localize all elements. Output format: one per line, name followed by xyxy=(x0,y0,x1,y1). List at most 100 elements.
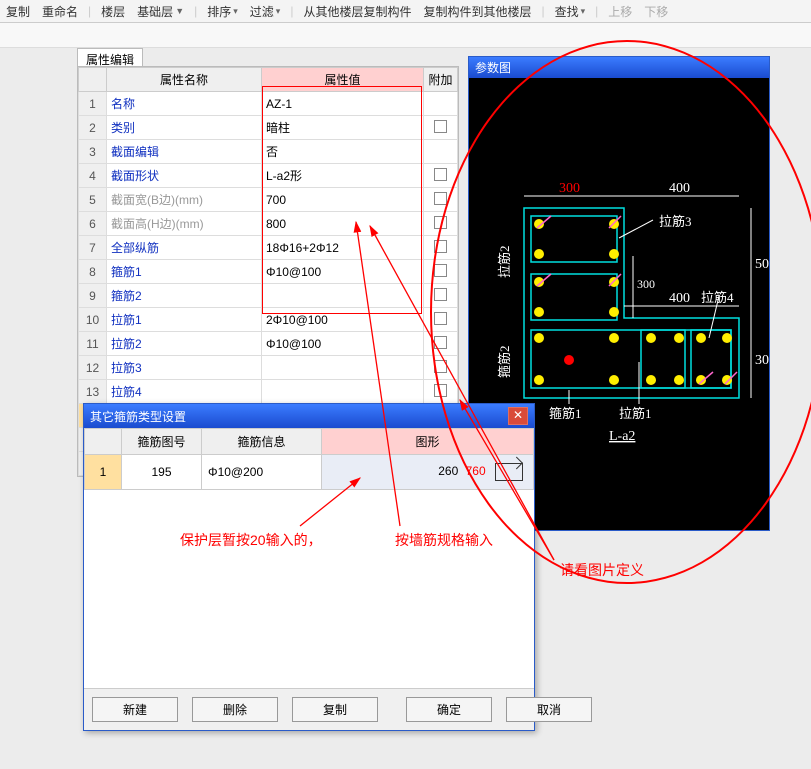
stirrup-row[interactable]: 1 195 Φ10@200 260 760 xyxy=(85,455,534,490)
property-row[interactable]: 2类别暗柱 xyxy=(79,116,458,140)
new-button[interactable]: 新建 xyxy=(92,697,178,722)
property-row[interactable]: 7全部纵筋18Φ16+2Φ12 xyxy=(79,236,458,260)
prop-extra[interactable] xyxy=(424,140,458,164)
prop-extra[interactable] xyxy=(424,164,458,188)
prop-extra[interactable] xyxy=(424,260,458,284)
prop-extra[interactable] xyxy=(424,92,458,116)
tb-copy-from-other[interactable]: 从其他楼层复制构件 xyxy=(301,3,413,20)
shape-dim1: 260 xyxy=(438,464,458,478)
checkbox-icon[interactable] xyxy=(434,168,447,181)
property-row[interactable]: 12拉筋3 xyxy=(79,356,458,380)
cell-info[interactable]: Φ10@200 xyxy=(202,455,322,490)
row-number: 7 xyxy=(79,236,107,260)
prop-value[interactable]: Φ10@100 xyxy=(262,332,424,356)
prop-value[interactable]: L-a2形 xyxy=(262,164,424,188)
prop-extra[interactable] xyxy=(424,188,458,212)
property-row[interactable]: 6截面高(H边)(mm)800 xyxy=(79,212,458,236)
prop-value[interactable]: 700 xyxy=(262,188,424,212)
property-row[interactable]: 13拉筋4 xyxy=(79,380,458,404)
prop-value[interactable] xyxy=(262,380,424,404)
row-number: 1 xyxy=(85,455,122,490)
property-row[interactable]: 1名称AZ-1 xyxy=(79,92,458,116)
checkbox-icon[interactable] xyxy=(434,120,447,133)
svg-text:500: 500 xyxy=(755,257,769,272)
tb-basefloor-select[interactable]: 基础层 ▼ xyxy=(135,3,186,20)
prop-value[interactable]: 暗柱 xyxy=(262,116,424,140)
property-row[interactable]: 11拉筋2Φ10@100 xyxy=(79,332,458,356)
dialog-button-bar: 新建 删除 复制 确定 取消 xyxy=(84,688,534,730)
chevron-down-icon: ▾ xyxy=(276,6,281,17)
param-panel-title: 参数图 xyxy=(469,57,769,78)
checkbox-icon[interactable] xyxy=(434,192,447,205)
row-number: 10 xyxy=(79,308,107,332)
stirrup-grid[interactable]: 箍筋图号 箍筋信息 图形 1 195 Φ10@200 260 760 xyxy=(84,428,534,490)
cell-code[interactable]: 195 xyxy=(122,455,202,490)
chevron-down-icon: ▾ xyxy=(581,6,586,17)
ok-button[interactable]: 确定 xyxy=(406,697,492,722)
checkbox-icon[interactable] xyxy=(434,288,447,301)
prop-extra[interactable] xyxy=(424,380,458,404)
property-row[interactable]: 8箍筋1Φ10@100 xyxy=(79,260,458,284)
prop-name: 箍筋1 xyxy=(107,260,262,284)
property-row[interactable]: 5截面宽(B边)(mm)700 xyxy=(79,188,458,212)
checkbox-icon[interactable] xyxy=(434,216,447,229)
close-icon[interactable]: ✕ xyxy=(508,407,528,425)
chevron-down-icon: ▾ xyxy=(233,6,238,17)
tb-move-down: 下移 xyxy=(642,3,670,20)
checkbox-icon[interactable] xyxy=(434,336,447,349)
svg-text:箍筋1: 箍筋1 xyxy=(549,406,582,421)
chevron-down-icon: ▼ xyxy=(175,6,184,16)
row-number: 4 xyxy=(79,164,107,188)
prop-extra[interactable] xyxy=(424,356,458,380)
prop-extra[interactable] xyxy=(424,332,458,356)
row-number: 11 xyxy=(79,332,107,356)
delete-button[interactable]: 删除 xyxy=(192,697,278,722)
property-row[interactable]: 3截面编辑否 xyxy=(79,140,458,164)
prop-name: 箍筋2 xyxy=(107,284,262,308)
prop-name: 截面形状 xyxy=(107,164,262,188)
prop-name: 名称 xyxy=(107,92,262,116)
prop-value[interactable] xyxy=(262,356,424,380)
secondary-toolbar xyxy=(0,23,811,48)
tb-rename[interactable]: 重命名 xyxy=(40,3,80,20)
checkbox-icon[interactable] xyxy=(434,240,447,253)
prop-extra[interactable] xyxy=(424,308,458,332)
prop-name: 截面高(H边)(mm) xyxy=(107,212,262,236)
property-row[interactable]: 9箍筋2 xyxy=(79,284,458,308)
svg-text:400: 400 xyxy=(669,181,690,196)
prop-value[interactable] xyxy=(262,284,424,308)
tb-find[interactable]: 查找 ▾ xyxy=(553,3,588,20)
prop-value[interactable]: 800 xyxy=(262,212,424,236)
cancel-button[interactable]: 取消 xyxy=(506,697,592,722)
col-name: 属性名称 xyxy=(107,68,262,92)
prop-value[interactable]: 否 xyxy=(262,140,424,164)
prop-extra[interactable] xyxy=(424,284,458,308)
svg-text:300: 300 xyxy=(637,277,655,291)
prop-value[interactable]: AZ-1 xyxy=(262,92,424,116)
checkbox-icon[interactable] xyxy=(434,360,447,373)
prop-value[interactable]: 18Φ16+2Φ12 xyxy=(262,236,424,260)
prop-extra[interactable] xyxy=(424,236,458,260)
cell-shape[interactable]: 260 760 xyxy=(322,455,534,490)
svg-text:箍筋2: 箍筋2 xyxy=(497,345,512,378)
dialog-title: 其它箍筋类型设置 xyxy=(90,408,186,425)
checkbox-icon[interactable] xyxy=(434,384,447,397)
checkbox-icon[interactable] xyxy=(434,312,447,325)
prop-value[interactable]: 2Φ10@100 xyxy=(262,308,424,332)
property-row[interactable]: 4截面形状L-a2形 xyxy=(79,164,458,188)
svg-text:拉筋2: 拉筋2 xyxy=(497,245,512,278)
prop-extra[interactable] xyxy=(424,212,458,236)
prop-value[interactable]: Φ10@100 xyxy=(262,260,424,284)
tb-copy-to-other[interactable]: 复制构件到其他楼层 xyxy=(421,3,533,20)
prop-extra[interactable] xyxy=(424,116,458,140)
checkbox-icon[interactable] xyxy=(434,264,447,277)
dialog-title-bar[interactable]: 其它箍筋类型设置 ✕ xyxy=(84,404,534,428)
property-row[interactable]: 10拉筋12Φ10@100 xyxy=(79,308,458,332)
col-rownum xyxy=(79,68,107,92)
tb-copy[interactable]: 复制 xyxy=(4,3,32,20)
tb-sort[interactable]: 排序 ▾ xyxy=(205,3,240,20)
row-number: 2 xyxy=(79,116,107,140)
copy-button[interactable]: 复制 xyxy=(292,697,378,722)
tb-filter[interactable]: 过滤 ▾ xyxy=(248,3,283,20)
prop-name: 拉筋3 xyxy=(107,356,262,380)
